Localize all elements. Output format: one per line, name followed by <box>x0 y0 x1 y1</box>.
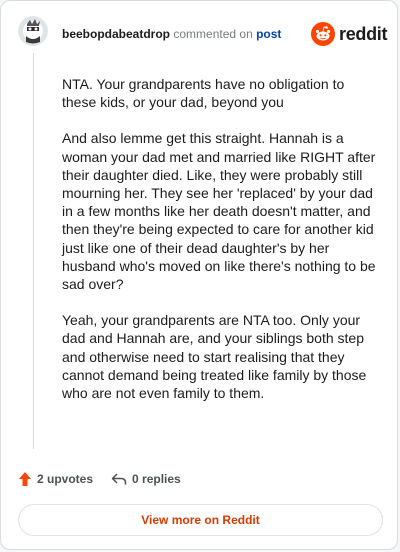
upvote-count: 2 upvotes <box>37 472 94 486</box>
upvote-arrow-icon <box>19 472 31 486</box>
comment-paragraph: And also lemme get this straight. Hannah… <box>62 130 376 293</box>
view-more-button[interactable]: View more on Reddit <box>18 504 383 536</box>
reddit-wordmark: reddit <box>339 23 388 44</box>
comment-header: beebopdabeatdrop commented on post <box>62 26 281 42</box>
reply-button[interactable]: 0 replies <box>111 472 181 486</box>
upvote-button[interactable]: 2 upvotes <box>18 471 93 487</box>
post-link[interactable]: post <box>256 27 281 41</box>
thread-line <box>33 53 34 449</box>
comment-footer: 2 upvotes 0 replies <box>18 471 199 487</box>
username-link[interactable]: beebopdabeatdrop <box>62 27 170 41</box>
snoo-avatar-icon <box>18 16 48 46</box>
comment-paragraph: NTA. Your grandparents have no obligatio… <box>62 76 345 111</box>
comment-body: NTA. Your grandparents have no obligatio… <box>62 75 380 420</box>
reddit-logo-icon <box>311 22 335 46</box>
comment-paragraph: Yeah, your grandparents are NTA too. Onl… <box>62 312 367 402</box>
comment-embed-card: beebopdabeatdrop commented on post reddi… <box>0 0 398 550</box>
user-avatar[interactable] <box>18 16 48 46</box>
reddit-logo[interactable]: reddit <box>311 21 388 47</box>
commented-on-text: commented on <box>173 27 253 41</box>
reply-count: 0 replies <box>132 472 181 486</box>
reply-arrow-icon <box>111 473 127 485</box>
